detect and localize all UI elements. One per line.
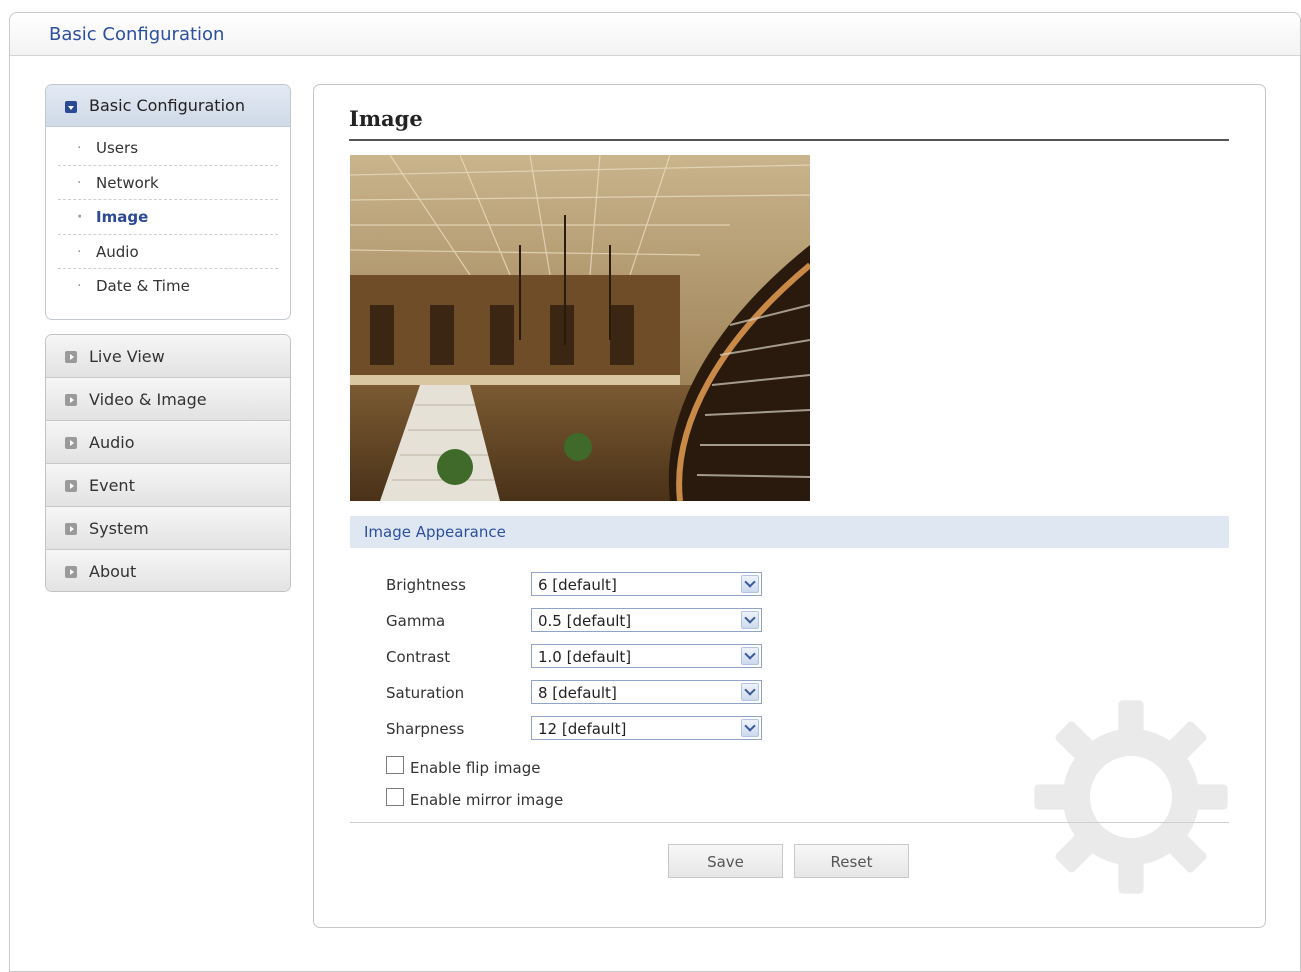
menu-item-label: Audio — [89, 433, 135, 452]
title-divider — [349, 139, 1229, 141]
sidebar-item-date-time[interactable]: Date & Time — [58, 269, 278, 304]
menu-item-label: About — [89, 562, 137, 581]
chevron-down-icon — [741, 683, 759, 701]
expand-right-icon — [65, 480, 77, 492]
reset-button[interactable]: Reset — [794, 844, 909, 878]
menu-item-event[interactable]: Event — [46, 464, 290, 507]
page-header-title: Basic Configuration — [49, 24, 225, 45]
sharpness-label: Sharpness — [386, 720, 465, 738]
expand-right-icon — [65, 523, 77, 535]
gamma-value: 0.5 [default] — [538, 612, 632, 630]
mirror-image-label: Enable mirror image — [410, 791, 564, 809]
menu-item-live-view[interactable]: Live View — [46, 335, 290, 378]
sidebar-basic-list: Users Network Image Audio Date & Time — [46, 127, 290, 304]
saturation-label: Saturation — [386, 684, 465, 702]
chevron-down-icon — [741, 647, 759, 665]
saturation-value: 8 [default] — [538, 684, 617, 702]
page-title: Image — [349, 106, 423, 131]
sharpness-value: 12 [default] — [538, 720, 627, 738]
sharpness-select[interactable]: 12 [default] — [531, 716, 762, 740]
menu-item-label: Event — [89, 476, 135, 495]
sidebar-main-menu: Live View Video & Image Audio Event Syst… — [45, 334, 291, 592]
expand-right-icon — [65, 351, 77, 363]
chevron-down-icon — [741, 575, 759, 593]
section-title: Image Appearance — [364, 523, 506, 541]
contrast-label: Contrast — [386, 648, 451, 666]
section-header: Image Appearance — [350, 516, 1229, 548]
sidebar-basic-title: Basic Configuration — [89, 96, 245, 115]
menu-item-label: Live View — [89, 347, 165, 366]
expand-right-icon — [65, 394, 77, 406]
sidebar-item-network[interactable]: Network — [58, 166, 278, 200]
sidebar-basic-header[interactable]: Basic Configuration — [46, 85, 290, 127]
menu-item-about[interactable]: About — [46, 550, 290, 591]
menu-item-system[interactable]: System — [46, 507, 290, 550]
expand-right-icon — [65, 437, 77, 449]
expand-right-icon — [65, 566, 77, 578]
contrast-select[interactable]: 1.0 [default] — [531, 644, 762, 668]
image-preview — [350, 155, 810, 501]
flip-image-checkbox[interactable] — [386, 756, 404, 774]
sidebar-item-audio[interactable]: Audio — [58, 235, 278, 269]
mirror-image-checkbox[interactable] — [386, 788, 404, 806]
save-button[interactable]: Save — [668, 844, 783, 878]
menu-item-video-image[interactable]: Video & Image — [46, 378, 290, 421]
menu-item-label: System — [89, 519, 149, 538]
expand-down-icon — [65, 101, 77, 113]
chevron-down-icon — [741, 611, 759, 629]
flip-image-label: Enable flip image — [410, 759, 541, 777]
gamma-select[interactable]: 0.5 [default] — [531, 608, 762, 632]
sidebar-basic-configuration: Basic Configuration Users Network Image … — [45, 84, 291, 320]
contrast-value: 1.0 [default] — [538, 648, 632, 666]
brightness-value: 6 [default] — [538, 576, 617, 594]
gamma-label: Gamma — [386, 612, 446, 630]
brightness-label: Brightness — [386, 576, 466, 594]
menu-item-audio[interactable]: Audio — [46, 421, 290, 464]
saturation-select[interactable]: 8 [default] — [531, 680, 762, 704]
sidebar-item-image[interactable]: Image — [58, 200, 278, 235]
sidebar-item-users[interactable]: Users — [58, 131, 278, 166]
gear-icon — [1034, 700, 1228, 894]
form-divider — [350, 822, 1229, 823]
chevron-down-icon — [741, 719, 759, 737]
brightness-select[interactable]: 6 [default] — [531, 572, 762, 596]
menu-item-label: Video & Image — [89, 390, 207, 409]
top-bar: Basic Configuration — [10, 13, 1300, 56]
